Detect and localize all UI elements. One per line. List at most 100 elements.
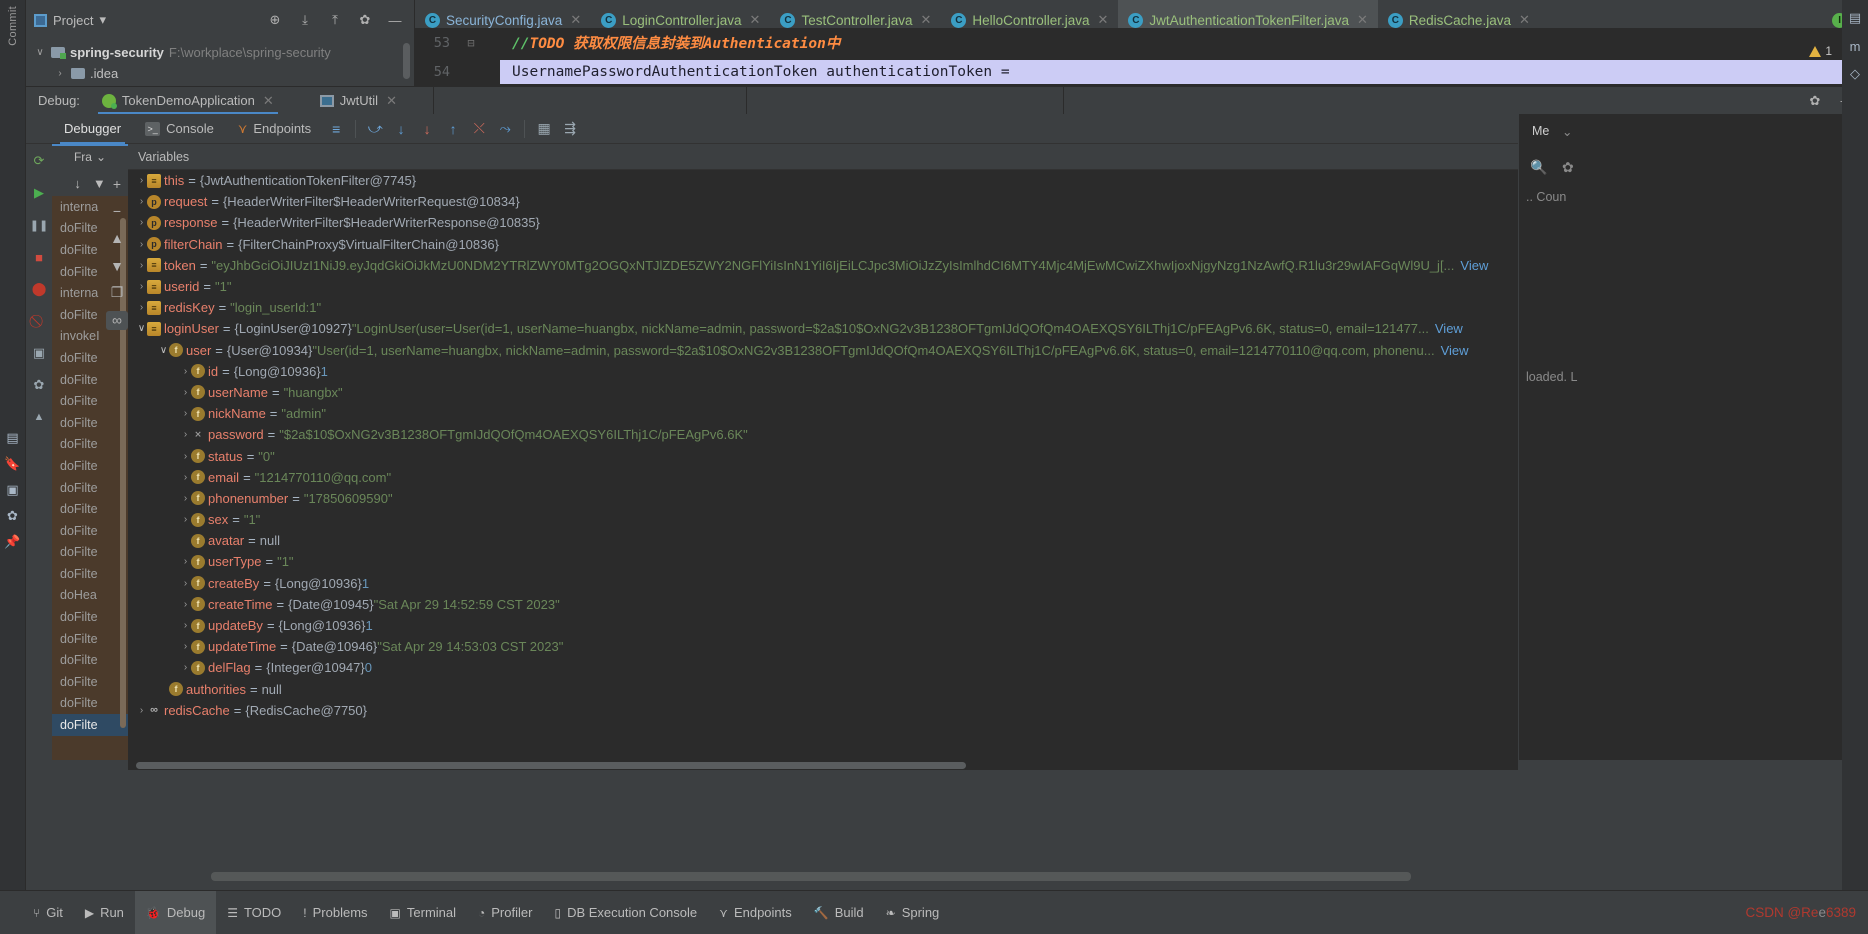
variables-hscrollbar-thumb[interactable]: [136, 762, 966, 769]
variable-row[interactable]: › p response = {HeaderWriterFilter$HeaderWri…: [128, 212, 1518, 233]
move-up-icon[interactable]: ▲: [106, 229, 128, 248]
chevron-right-icon[interactable]: ›: [136, 302, 147, 313]
chevron-right-icon[interactable]: ›: [180, 472, 191, 483]
status-bar-item-debug[interactable]: 🐞 Debug: [134, 890, 217, 934]
tab-console[interactable]: >_ Console: [133, 114, 226, 144]
chevron-right-icon[interactable]: ›: [180, 620, 191, 631]
chevron-down-icon[interactable]: ⌄: [96, 150, 106, 164]
pin-icon[interactable]: ▲: [28, 406, 50, 428]
code-editor[interactable]: 53 ⊟ //TODO 获取权限信息封装到Authentication中 54 …: [415, 28, 1868, 86]
frame-row[interactable]: doFilte: [52, 649, 128, 671]
debug-session-tab-tokendemoapplication[interactable]: TokenDemoApplication ✕: [92, 87, 284, 115]
tree-row-project-root[interactable]: ∨ spring-security F:\workplace\spring-se…: [26, 42, 414, 63]
layout-settings-icon[interactable]: ≡: [323, 116, 349, 142]
step-over-icon[interactable]: ⤻: [362, 116, 388, 142]
variable-row[interactable]: f authorities = null: [128, 679, 1518, 700]
right-panel-header-label[interactable]: Me: [1532, 124, 1549, 138]
variable-row[interactable]: › f createTime = {Date@10945} "Sat Apr 29 14…: [128, 594, 1518, 615]
rerun-icon[interactable]: ⟳: [28, 150, 50, 172]
status-bar-item-problems[interactable]: ! Problems: [292, 891, 378, 934]
maven-icon[interactable]: m: [1842, 34, 1868, 58]
frame-row[interactable]: doFilte: [52, 477, 128, 499]
variable-row[interactable]: › f delFlag = {Integer@10947} 0: [128, 657, 1518, 678]
variable-row[interactable]: › f status = "0": [128, 445, 1518, 466]
chevron-down-icon[interactable]: ⌄: [1562, 124, 1572, 139]
close-icon[interactable]: ✕: [1097, 12, 1108, 28]
gradle-icon[interactable]: ◇: [1842, 62, 1868, 86]
frames-panel-header[interactable]: Fra ⌄: [52, 144, 128, 170]
variable-row[interactable]: › f sex = "1": [128, 509, 1518, 530]
chevron-right-icon[interactable]: ›: [180, 599, 191, 610]
tab-endpoints[interactable]: ⋎ Endpoints: [226, 114, 323, 144]
frame-row[interactable]: doFilte: [52, 498, 128, 520]
chevron-down-icon[interactable]: ▾: [99, 12, 106, 28]
bottom-scrollbar-thumb[interactable]: [211, 872, 1411, 881]
editor-inspection-status[interactable]: 1: [1809, 44, 1832, 58]
chevron-right-icon[interactable]: ›: [180, 641, 191, 652]
close-icon[interactable]: ✕: [570, 12, 581, 28]
chevron-down-icon[interactable]: ∨: [136, 323, 147, 334]
variable-row[interactable]: f avatar = null: [128, 530, 1518, 551]
chevron-right-icon[interactable]: ›: [136, 281, 147, 292]
expand-all-icon[interactable]: ⤓: [294, 9, 316, 31]
project-tree-scrollbar[interactable]: [403, 43, 410, 79]
status-bar-item-git[interactable]: ⑂ Git: [22, 891, 74, 934]
bottom-scroll-strip[interactable]: [26, 866, 1842, 888]
view-value-link[interactable]: View: [1460, 258, 1488, 273]
screenshot-icon[interactable]: ▣: [28, 342, 50, 364]
frame-row[interactable]: doFilte: [52, 434, 128, 456]
variable-row[interactable]: › f phonenumber = "17850609590": [128, 488, 1518, 509]
commit-rail-label[interactable]: Commit: [7, 6, 19, 46]
close-icon[interactable]: ✕: [1519, 12, 1530, 28]
mute-breakpoints-icon[interactable]: ⃠: [28, 310, 50, 332]
variable-row[interactable]: › f createBy = {Long@10936} 1: [128, 573, 1518, 594]
variable-row[interactable]: › f id = {Long@10936} 1: [128, 361, 1518, 382]
run-to-cursor-icon[interactable]: ⤳: [492, 116, 518, 142]
chevron-right-icon[interactable]: ›: [180, 366, 191, 377]
resume-program-icon[interactable]: ▶: [28, 182, 50, 204]
chevron-right-icon[interactable]: ›: [136, 705, 147, 716]
status-bar-item-terminal[interactable]: ▣ Terminal: [379, 891, 467, 934]
view-value-link[interactable]: View: [1441, 343, 1469, 358]
chevron-right-icon[interactable]: ›: [180, 514, 191, 525]
gear-icon[interactable]: ✿: [1562, 159, 1574, 176]
chevron-right-icon[interactable]: ›: [180, 493, 191, 504]
variable-row[interactable]: › f updateBy = {Long@10936} 1: [128, 615, 1518, 636]
variable-row[interactable]: › p filterChain = {FilterChainProxy$VirtualF…: [128, 234, 1518, 255]
debug-session-tab-jwtutil[interactable]: JwtUtil ✕: [310, 87, 407, 115]
camera-icon[interactable]: ▣: [0, 477, 26, 503]
close-icon[interactable]: ✕: [386, 93, 397, 109]
variable-row[interactable]: › ⨯ password = "$2a$10$OxNG2v3B1238OFTgmIJdQ…: [128, 424, 1518, 445]
force-step-into-icon[interactable]: ↓: [414, 116, 440, 142]
step-out-icon[interactable]: ↑: [440, 116, 466, 142]
status-bar-item-todo[interactable]: ☰ TODO: [216, 891, 292, 934]
settings-filter-icon[interactable]: ⇶: [557, 116, 583, 142]
chevron-right-icon[interactable]: ›: [136, 239, 147, 250]
copy-value-icon[interactable]: ❐: [106, 283, 128, 302]
frame-row[interactable]: doFilte: [52, 455, 128, 477]
status-bar-item-run[interactable]: ▶ Run: [74, 891, 135, 934]
chevron-down-icon[interactable]: ∨: [34, 47, 46, 58]
frame-row[interactable]: doFilte: [52, 714, 128, 736]
settings-icon[interactable]: ✿: [0, 503, 26, 529]
locate-icon[interactable]: ⊕: [264, 9, 286, 31]
status-bar-item-build[interactable]: 🔨 Build: [803, 891, 875, 934]
gear-icon[interactable]: ✿: [354, 9, 376, 31]
variable-row[interactable]: › f userName = "huangbx": [128, 382, 1518, 403]
chevron-right-icon[interactable]: ›: [136, 196, 147, 207]
tree-row-idea[interactable]: › .idea: [26, 63, 414, 84]
frame-row[interactable]: doFilte: [52, 671, 128, 693]
variable-row[interactable]: › f updateTime = {Date@10946} "Sat Apr 29 14…: [128, 636, 1518, 657]
status-bar-item-spring[interactable]: ❧ Spring: [875, 891, 951, 934]
show-frames-icon[interactable]: ↓: [74, 176, 81, 191]
chevron-right-icon[interactable]: ›: [180, 408, 191, 419]
chevron-right-icon[interactable]: ›: [180, 387, 191, 398]
step-into-icon[interactable]: ↓: [388, 116, 414, 142]
close-icon[interactable]: ✕: [921, 12, 932, 28]
collapse-all-icon[interactable]: ⤒: [324, 9, 346, 31]
variable-row[interactable]: › f email = "1214770110@qq.com": [128, 467, 1518, 488]
inspect-icon[interactable]: ∞: [106, 310, 128, 330]
variable-row[interactable]: › f userType = "1": [128, 551, 1518, 572]
frame-row[interactable]: doFilte: [52, 412, 128, 434]
bookmarks-icon[interactable]: 🔖: [0, 451, 26, 477]
